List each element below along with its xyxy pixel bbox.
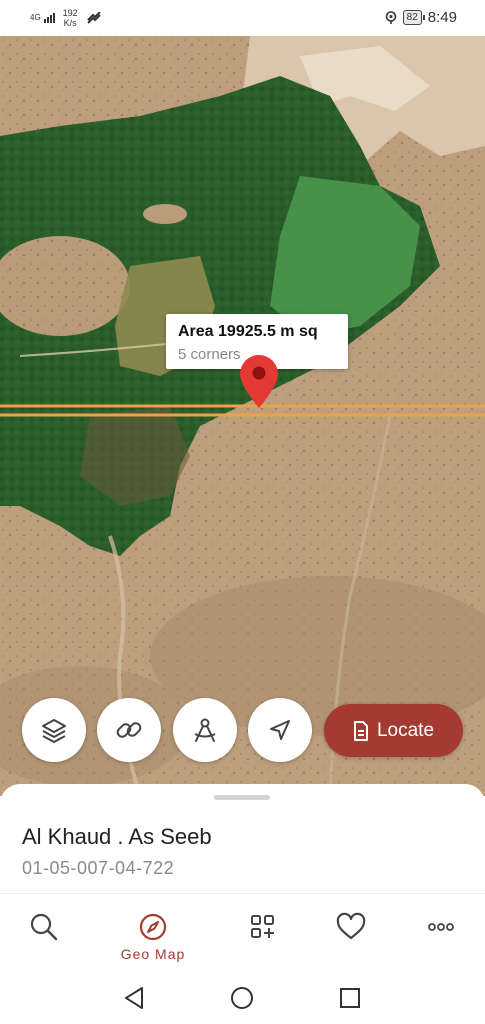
map-imagery [0,36,485,796]
bottom-navigation: Geo Map [0,894,485,970]
layers-button[interactable] [22,698,86,762]
network-type: 4G [30,13,41,22]
status-left: 4G 192 K/s [30,8,102,28]
document-icon [353,720,368,741]
nav-favorites[interactable] [316,912,386,962]
compass-divider-icon [194,718,216,742]
search-icon [30,913,58,941]
navigation-arrow-icon [270,720,290,740]
speed-unit: K/s [63,18,77,28]
heart-icon [336,912,366,940]
place-name: Al Khaud . As Seeb [22,824,212,849]
grid-add-icon [251,915,274,938]
area-value: Area 19925.5 m sq [178,323,318,340]
link-button[interactable] [97,698,161,762]
battery-icon: 82 [402,10,425,25]
signal-icon: 4G [30,13,55,23]
map-pin-icon[interactable] [238,354,280,410]
satellite-map[interactable]: Area 19925.5 m sq 5 corners [0,36,485,796]
compass-icon [139,913,167,941]
status-bar: 4G 192 K/s 82 8:49 [0,0,485,36]
status-right: 82 8:49 [385,9,457,26]
link-icon [116,722,142,738]
corners-count: 5 corners [178,346,241,363]
place-code: 01-05-007-04-722 [22,858,175,878]
back-icon[interactable] [120,984,148,1012]
home-icon[interactable] [228,984,256,1012]
nav-geo-map[interactable]: Geo Map [118,912,188,962]
system-navigation [0,970,485,1024]
sync-icon [86,12,101,24]
nav-add-widget[interactable] [228,912,298,962]
measure-button[interactable] [173,698,237,762]
sheet-handle[interactable] [214,795,270,800]
recents-icon[interactable] [336,984,364,1012]
nav-geo-map-label: Geo Map [120,946,186,962]
more-icon [428,923,454,931]
layers-icon [42,719,66,743]
clock: 8:49 [427,9,457,26]
nav-more[interactable] [406,912,476,962]
place-sheet[interactable]: Al Khaud . As Seeb 01-05-007-04-722 [0,784,485,896]
locate-label: Locate [376,719,435,741]
navigate-button[interactable] [248,698,312,762]
location-icon [385,10,396,24]
locate-button[interactable]: Locate [324,704,463,757]
network-speed: 192 K/s [63,8,78,28]
nav-search[interactable] [9,912,79,962]
speed-value: 192 [62,8,78,18]
